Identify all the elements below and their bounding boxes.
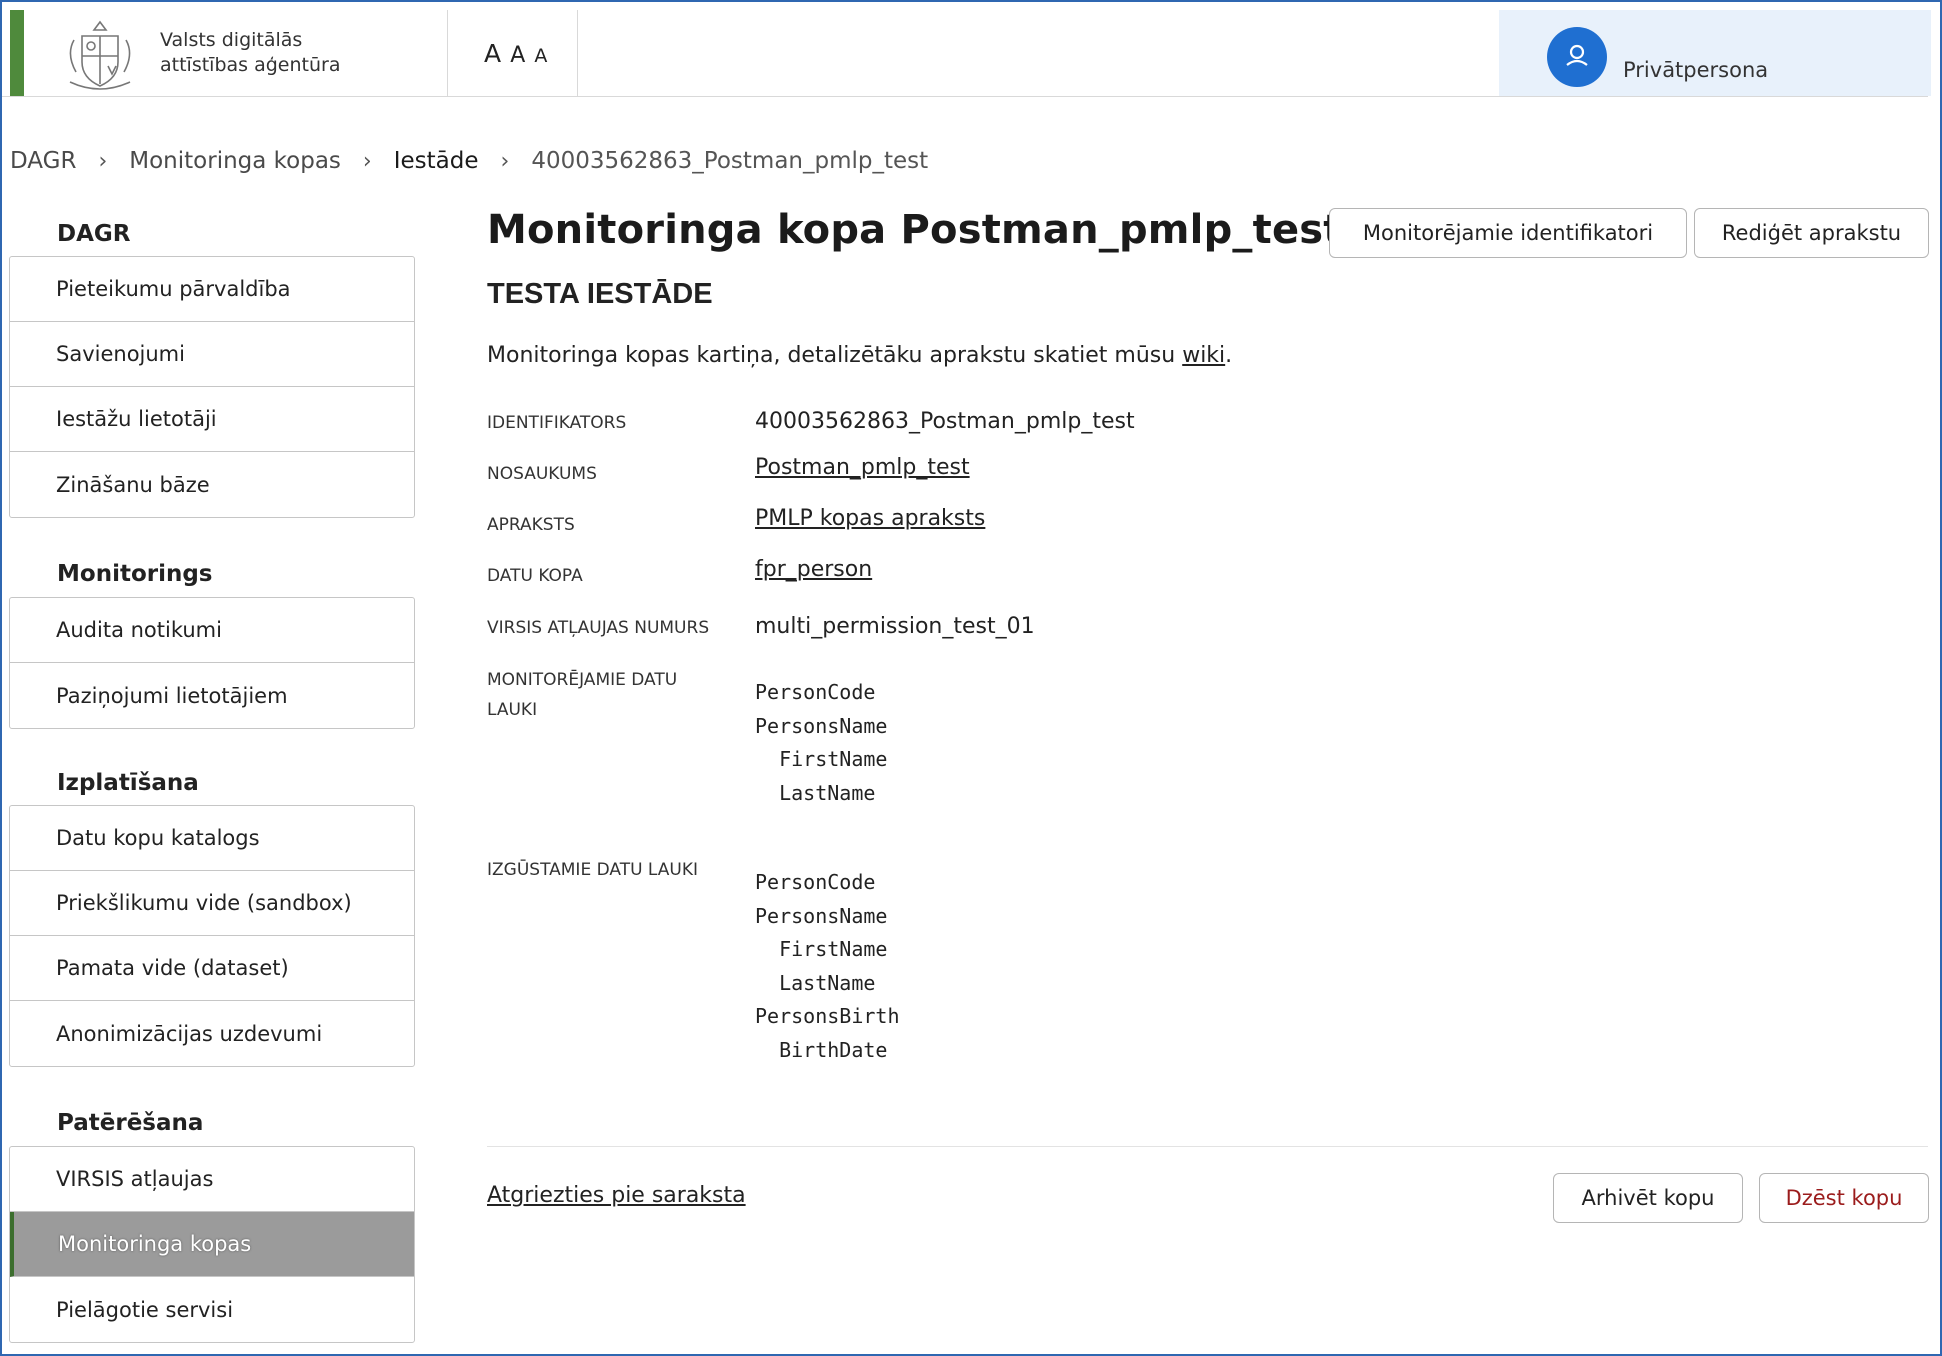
agency-name: Valsts digitālās attīstības aģentūra (160, 28, 340, 78)
delete-set-button[interactable]: Dzēst kopu (1759, 1173, 1929, 1223)
sidebar-item-custom-services[interactable]: Pielāgotie servisi (10, 1277, 414, 1342)
sidebar-item-base-environment[interactable]: Pamata vide (dataset) (10, 936, 414, 1001)
retrieved-fields-tree: PersonCode PersonsName FirstName LastNam… (755, 870, 900, 1062)
chevron-right-icon: › (500, 148, 510, 174)
chevron-right-icon: › (98, 148, 108, 174)
brand-accent-bar (10, 10, 24, 96)
name-link[interactable]: Postman_pmlp_test (755, 455, 970, 480)
sidebar-item-dataset-catalog[interactable]: Datu kopu katalogs (10, 806, 414, 871)
institution-subtitle: TESTA IESTĀDE (487, 278, 713, 310)
sidebar-group-distribution: Datu kopu katalogs Priekšlikumu vide (sa… (9, 805, 415, 1067)
breadcrumb-item-monitoring-sets[interactable]: Monitoringa kopas (129, 148, 341, 174)
monitored-fields-label: MONITORĒJAMIE DATU LAUKI (487, 665, 677, 725)
permission-number-value: multi_permission_test_01 (755, 614, 1035, 639)
user-name[interactable]: Privātpersona (1623, 58, 1768, 82)
back-to-list-link[interactable]: Atgriezties pie saraksta (487, 1183, 746, 1208)
intro-text-end: . (1225, 343, 1233, 368)
header-divider (577, 10, 578, 96)
monitored-fields-tree: PersonCode PersonsName FirstName LastNam… (755, 680, 888, 805)
intro-text: Monitoringa kopas kartiņa, detalizētāku … (487, 343, 1232, 368)
edit-description-button[interactable]: Rediģēt aprakstu (1694, 208, 1929, 258)
sidebar-item-user-notifications[interactable]: Paziņojumi lietotājiem (10, 663, 414, 728)
dataset-label: DATU KOPA (487, 566, 583, 586)
font-size-small-button[interactable]: A (534, 45, 547, 67)
agency-name-line2: attīstības aģentūra (160, 54, 341, 76)
sidebar-item-monitoring-sets[interactable]: Monitoringa kopas (10, 1212, 414, 1277)
sidebar-item-virsis-permissions[interactable]: VIRSIS atļaujas (10, 1147, 414, 1212)
header-divider (447, 10, 448, 96)
chevron-right-icon: › (362, 148, 372, 174)
breadcrumb-item-current: 40003562863_Postman_pmlp_test (531, 148, 929, 174)
breadcrumb-item-dagr[interactable]: DAGR (10, 148, 76, 174)
monitored-fields-label-line1: MONITORĒJAMIE DATU (487, 670, 678, 690)
permission-number-label: VIRSIS ATĻAUJAS NUMURS (487, 618, 710, 638)
sidebar-item-connections[interactable]: Savienojumi (10, 322, 414, 387)
content-divider (487, 1146, 1928, 1147)
intro-text-body: Monitoringa kopas kartiņa, detalizētāku … (487, 343, 1176, 368)
sidebar-item-applications[interactable]: Pieteikumu pārvaldība (10, 257, 414, 322)
sidebar-section-title-dagr: DAGR (57, 221, 131, 247)
page-title: Monitoringa kopa Postman_pmlp_test (487, 207, 1343, 253)
top-header: Valsts digitālās attīstības aģentūra A A… (2, 2, 1931, 97)
sidebar-group-monitoring: Audita notikumi Paziņojumi lietotājiem (9, 597, 415, 729)
coat-of-arms-icon[interactable] (60, 16, 140, 96)
sidebar-item-audit-events[interactable]: Audita notikumi (10, 598, 414, 663)
user-icon (1566, 44, 1588, 66)
sidebar-group-consumption: VIRSIS atļaujas Monitoringa kopas Pielāg… (9, 1146, 415, 1343)
font-size-large-button[interactable]: A (484, 39, 501, 68)
sidebar-item-anonymization-tasks[interactable]: Anonimizācijas uzdevumi (10, 1001, 414, 1066)
description-label: APRAKSTS (487, 515, 575, 535)
identifier-label: IDENTIFIKATORS (487, 413, 627, 433)
identifier-value: 40003562863_Postman_pmlp_test (755, 409, 1135, 434)
retrieved-fields-label: IZGŪSTAMIE DATU LAUKI (487, 860, 699, 880)
breadcrumb: DAGR › Monitoringa kopas › Iestāde › 400… (10, 148, 928, 174)
avatar[interactable] (1547, 27, 1607, 87)
sidebar-item-institution-users[interactable]: Iestāžu lietotāji (10, 387, 414, 452)
breadcrumb-item-institution[interactable]: Iestāde (394, 148, 479, 174)
sidebar-item-sandbox[interactable]: Priekšlikumu vide (sandbox) (10, 871, 414, 936)
sidebar-section-title-monitoring: Monitorings (57, 561, 213, 587)
user-menu[interactable]: Privātpersona (1499, 10, 1931, 96)
font-size-medium-button[interactable]: A (510, 43, 525, 68)
sidebar-section-title-consumption: Patērēšana (57, 1110, 204, 1136)
sidebar-section-title-distribution: Izplatīšana (57, 770, 199, 796)
description-link[interactable]: PMLP kopas apraksts (755, 506, 985, 531)
sidebar-group-dagr: Pieteikumu pārvaldība Savienojumi Iestāž… (9, 256, 415, 518)
monitored-fields-label-line2: LAUKI (487, 700, 538, 720)
archive-set-button[interactable]: Arhivēt kopu (1553, 1173, 1743, 1223)
name-label: NOSAUKUMS (487, 464, 597, 484)
dataset-link[interactable]: fpr_person (755, 557, 872, 582)
agency-name-line1: Valsts digitālās (160, 29, 303, 51)
sidebar-item-knowledge-base[interactable]: Zināšanu bāze (10, 452, 414, 517)
wiki-link[interactable]: wiki (1182, 343, 1225, 368)
font-size-switcher: A A A (484, 39, 551, 68)
monitored-identifiers-button[interactable]: Monitorējamie identifikatori (1329, 208, 1687, 258)
